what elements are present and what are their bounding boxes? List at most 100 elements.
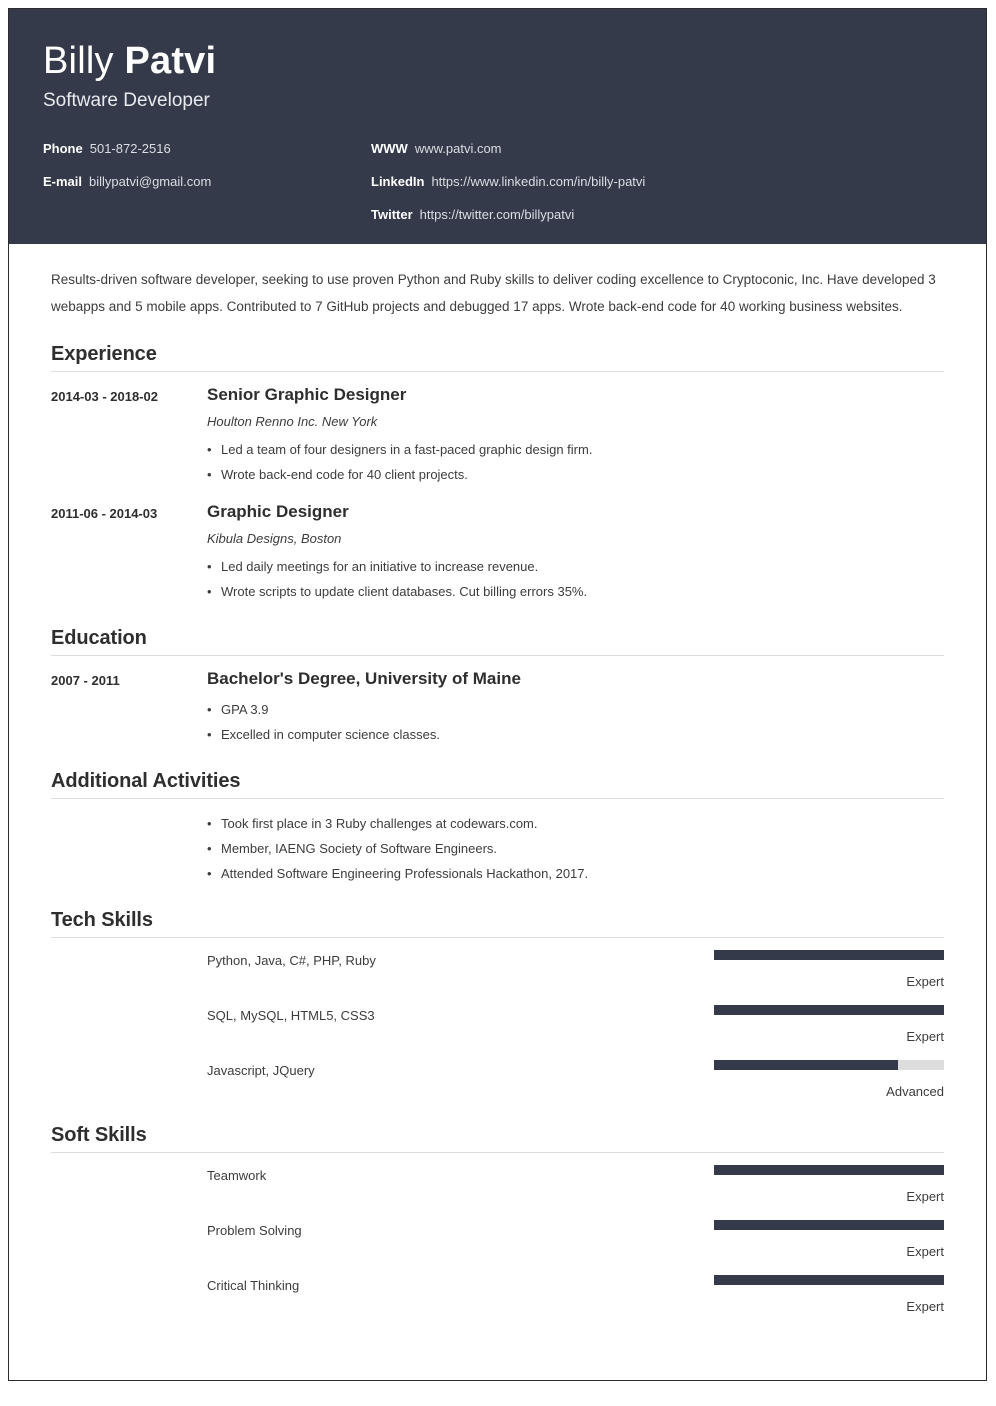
skill-row: Teamwork Expert: [51, 1165, 944, 1206]
skill-level-label: Expert: [906, 974, 944, 989]
education-entry-date: 2007 - 2011: [51, 673, 120, 688]
contact-label-linkedin: LinkedIn: [371, 174, 425, 189]
section-title-experience: Experience: [51, 343, 157, 365]
experience-entry-title: Senior Graphic Designer: [207, 385, 407, 404]
contact-value-phone[interactable]: 501-872-2516: [90, 141, 171, 156]
professional-summary: Results-driven software developer, seeki…: [51, 272, 936, 314]
contact-info: Phone 501-872-2516 E-mail billypatvi@gma…: [43, 141, 952, 240]
contact-label-twitter: Twitter: [371, 207, 413, 222]
skill-level-label: Advanced: [886, 1084, 944, 1099]
list-item: Wrote scripts to update client databases…: [207, 579, 944, 604]
contact-item-twitter: Twitter https://twitter.com/billypatvi: [371, 207, 952, 240]
skill-bar-fill: [714, 1060, 898, 1070]
list-item: Led daily meetings for an initiative to …: [207, 554, 944, 579]
skill-bar-track: [714, 1060, 944, 1070]
section-divider: [51, 1152, 944, 1153]
education-entry-title: Bachelor's Degree, University of Maine: [207, 669, 521, 688]
experience-entry-main: Graphic Designer Kibula Designs, Boston …: [207, 501, 944, 604]
experience-entry-company: Kibula Designs, Boston: [207, 531, 342, 546]
experience-entry-date: 2011-06 - 2014-03: [51, 506, 158, 521]
skill-bar-fill: [714, 1165, 944, 1175]
additional-activities-bullets: Took first place in 3 Ruby challenges at…: [207, 811, 944, 886]
contact-item-linkedin: LinkedIn https://www.linkedin.com/in/bil…: [371, 174, 952, 207]
contact-value-email[interactable]: billypatvi@gmail.com: [89, 174, 211, 189]
section-title-additional-activities: Additional Activities: [51, 770, 241, 792]
skill-level-label: Expert: [906, 1189, 944, 1204]
section-title-education: Education: [51, 627, 147, 649]
section-divider: [51, 798, 944, 799]
skill-meter: Expert: [714, 1165, 944, 1206]
section-additional-activities: Additional Activities Took first place i…: [51, 769, 944, 886]
candidate-last-name: Patvi: [124, 40, 217, 82]
candidate-name: Billy Patvi: [43, 39, 952, 83]
list-item: Led a team of four designers in a fast-p…: [207, 437, 944, 462]
experience-entry-bullets: Led daily meetings for an initiative to …: [207, 554, 944, 604]
section-title-tech-skills: Tech Skills: [51, 909, 153, 931]
section-education: Education 2007 - 2011 Bachelor's Degree,…: [51, 626, 944, 747]
contact-label-phone: Phone: [43, 141, 83, 156]
resume-body: Results-driven software developer, seeki…: [9, 266, 986, 1316]
additional-activities-main: Took first place in 3 Ruby challenges at…: [207, 811, 944, 886]
resume-header: Billy Patvi Software Developer Phone 501…: [9, 9, 986, 244]
experience-entry-company: Houlton Renno Inc. New York: [207, 414, 378, 429]
education-entry-bullets: GPA 3.9 Excelled in computer science cla…: [207, 697, 944, 747]
skill-label: Problem Solving: [207, 1223, 302, 1238]
skill-label: SQL, MySQL, HTML5, CSS3: [207, 1008, 375, 1023]
section-soft-skills: Soft Skills Teamwork Expert Problem Solv…: [51, 1123, 944, 1316]
contact-value-linkedin[interactable]: https://www.linkedin.com/in/billy-patvi: [431, 174, 645, 189]
resume-page: Billy Patvi Software Developer Phone 501…: [8, 8, 987, 1381]
experience-entry: 2011-06 - 2014-03 Graphic Designer Kibul…: [51, 501, 944, 604]
skill-meter: Advanced: [714, 1060, 944, 1101]
skill-bar-track: [714, 1220, 944, 1230]
skill-row: Problem Solving Expert: [51, 1220, 944, 1261]
section-title-soft-skills: Soft Skills: [51, 1124, 147, 1146]
skill-row: Python, Java, C#, PHP, Ruby Expert: [51, 950, 944, 991]
additional-activities-spacer: [51, 811, 207, 814]
skill-bar-track: [714, 1275, 944, 1285]
education-entry-main: Bachelor's Degree, University of Maine G…: [207, 668, 944, 747]
experience-entry-date: 2014-03 - 2018-02: [51, 389, 158, 404]
list-item: Took first place in 3 Ruby challenges at…: [207, 811, 944, 836]
section-divider: [51, 371, 944, 372]
experience-entry-main: Senior Graphic Designer Houlton Renno In…: [207, 384, 944, 487]
skill-label: Javascript, JQuery: [207, 1063, 315, 1078]
skill-row: Critical Thinking Expert: [51, 1275, 944, 1316]
experience-entry: 2014-03 - 2018-02 Senior Graphic Designe…: [51, 384, 944, 487]
skill-bar-fill: [714, 1220, 944, 1230]
list-item: Member, IAENG Society of Software Engine…: [207, 836, 944, 861]
skill-bar-fill: [714, 950, 944, 960]
skill-label: Python, Java, C#, PHP, Ruby: [207, 953, 376, 968]
skill-meter: Expert: [714, 1005, 944, 1046]
skill-meter: Expert: [714, 1275, 944, 1316]
skill-level-label: Expert: [906, 1299, 944, 1314]
section-divider: [51, 937, 944, 938]
education-entry: 2007 - 2011 Bachelor's Degree, Universit…: [51, 668, 944, 747]
section-divider: [51, 655, 944, 656]
skill-bar-track: [714, 950, 944, 960]
skill-level-label: Expert: [906, 1244, 944, 1259]
list-item: Attended Software Engineering Profession…: [207, 861, 944, 886]
skill-label: Critical Thinking: [207, 1278, 300, 1293]
list-item: GPA 3.9: [207, 697, 944, 722]
contact-label-www: WWW: [371, 141, 408, 156]
skill-label: Teamwork: [207, 1168, 267, 1183]
list-item: Excelled in computer science classes.: [207, 722, 944, 747]
candidate-first-name: Billy: [43, 40, 125, 82]
contact-value-twitter[interactable]: https://twitter.com/billypatvi: [420, 207, 575, 222]
skill-meter: Expert: [714, 1220, 944, 1261]
additional-activities-entry: Took first place in 3 Ruby challenges at…: [51, 811, 944, 886]
skill-bar-track: [714, 1165, 944, 1175]
contact-item-phone: Phone 501-872-2516: [43, 141, 371, 174]
skill-row: SQL, MySQL, HTML5, CSS3 Expert: [51, 1005, 944, 1046]
skill-bar-track: [714, 1005, 944, 1015]
skill-bar-fill: [714, 1275, 944, 1285]
contact-value-www[interactable]: www.patvi.com: [415, 141, 502, 156]
section-experience: Experience 2014-03 - 2018-02 Senior Grap…: [51, 342, 944, 604]
skill-level-label: Expert: [906, 1029, 944, 1044]
contact-item-email: E-mail billypatvi@gmail.com: [43, 174, 371, 207]
candidate-job-title: Software Developer: [43, 90, 210, 111]
section-tech-skills: Tech Skills Python, Java, C#, PHP, Ruby …: [51, 908, 944, 1101]
experience-entry-title: Graphic Designer: [207, 502, 349, 521]
experience-entry-bullets: Led a team of four designers in a fast-p…: [207, 437, 944, 487]
contact-label-email: E-mail: [43, 174, 83, 189]
